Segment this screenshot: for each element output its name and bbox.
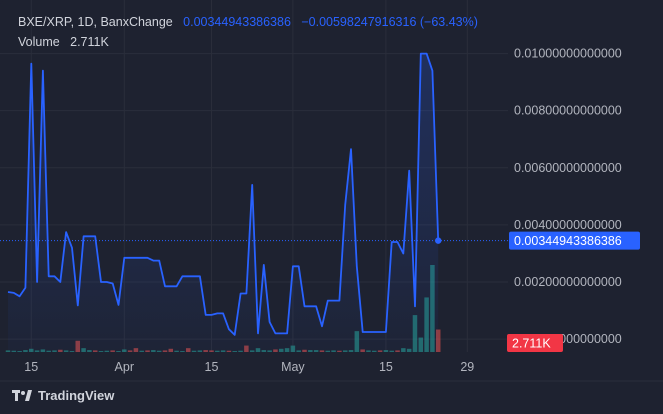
tradingview-icon <box>12 389 32 401</box>
price-area <box>8 53 439 352</box>
last-price-tag: 0.00344943386386 <box>509 231 640 250</box>
price-chart[interactable]: 0.01000000000000 0.00800000000000 0.006000… <box>0 0 663 414</box>
x-tick-label: 15 <box>379 360 393 374</box>
y-tick-label: 0.00400000000000 <box>514 218 622 232</box>
volume-label: Volume <box>18 35 60 49</box>
price-change-value: −0.00598247916316 (−63.43%) <box>301 15 478 29</box>
volume-legend: Volume 2.711K <box>18 35 109 49</box>
x-tick-label: Apr <box>115 360 134 374</box>
x-tick-label: 15 <box>24 360 38 374</box>
last-price-point <box>435 237 442 244</box>
volume-tag: 2.711K <box>507 334 563 352</box>
volume-tag-text: 2.711K <box>512 337 551 351</box>
chart-frame: 0.01000000000000 0.00800000000000 0.006000… <box>0 0 663 414</box>
tradingview-logo[interactable]: TradingView <box>12 388 114 403</box>
x-tick-label: 15 <box>205 360 219 374</box>
tradingview-wordmark: TradingView <box>38 388 115 403</box>
x-tick-label: May <box>281 360 305 374</box>
x-tick-label: 29 <box>460 360 474 374</box>
symbol-title: BXE/XRP, 1D, BanxChange <box>18 15 173 29</box>
last-price-value: 0.00344943386386 <box>183 15 291 29</box>
last-price-tag-text: 0.00344943386386 <box>514 234 622 248</box>
volume-value: 2.711K <box>70 35 109 49</box>
symbol-legend: BXE/XRP, 1D, BanxChange 0.00344943386386… <box>18 15 478 29</box>
y-tick-label: 0.00800000000000 <box>514 104 622 118</box>
y-tick-label: 0.01000000000000 <box>514 47 622 61</box>
y-tick-label: 0.00600000000000 <box>514 161 622 175</box>
y-tick-label: 0.00200000000000 <box>514 275 622 289</box>
